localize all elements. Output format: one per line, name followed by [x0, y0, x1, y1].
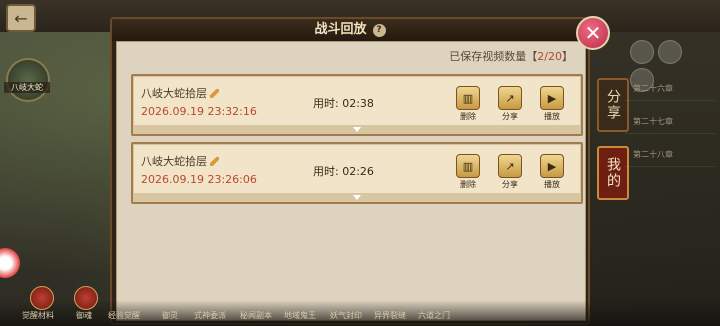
trash-icon: ▥: [456, 86, 480, 110]
delete-button[interactable]: ▥ 删除: [453, 86, 483, 122]
record-title[interactable]: 八岐大蛇拾层: [141, 85, 219, 101]
circle-icon[interactable]: [630, 40, 654, 64]
chapter-item[interactable]: 第二十八章: [625, 142, 715, 167]
dialog-header: 战斗回放?: [112, 19, 588, 41]
battle-replay-dialog: 战斗回放? 已保存视频数量【2/20】 八岐大蛇拾层 2026.09.19 23…: [110, 17, 590, 325]
share-arrow-icon: ↗: [498, 86, 522, 110]
saved-video-count: 已保存视频数量【2/20】: [449, 48, 573, 64]
orochi-portrait[interactable]: [6, 58, 50, 102]
play-label: 播放: [544, 112, 560, 121]
share-label: 分享: [502, 180, 518, 189]
play-button[interactable]: ▶ 播放: [537, 154, 567, 190]
chevron-down-icon: [353, 195, 361, 200]
dialog-title: 战斗回放?: [112, 19, 588, 41]
replay-record: 八岐大蛇拾层 2026.09.19 23:26:06 用时: 02:26 ▥ 删除…: [131, 142, 583, 204]
orochi-portrait-label: 八岐大蛇: [4, 82, 50, 93]
chapter-item[interactable]: 第二十七章: [625, 109, 715, 134]
close-button[interactable]: ✕: [576, 16, 610, 50]
record-title-text: 八岐大蛇拾层: [141, 155, 207, 168]
record-title-text: 八岐大蛇拾层: [141, 87, 207, 100]
play-button[interactable]: ▶ 播放: [537, 86, 567, 122]
delete-label: 删除: [460, 112, 476, 121]
share-button[interactable]: ↗ 分享: [495, 86, 525, 122]
right-top-icons: [630, 40, 710, 92]
back-arrow-icon[interactable]: ←: [6, 4, 36, 32]
record-date: 2026.09.19 23:32:16: [141, 105, 257, 118]
play-icon: ▶: [540, 86, 564, 110]
nav-item[interactable]: 式神委派: [194, 310, 226, 321]
saved-count-bracket: 】: [562, 50, 573, 63]
dialog-body: 已保存视频数量【2/20】 八岐大蛇拾层 2026.09.19 23:32:16…: [116, 41, 586, 321]
awaken-material-icon[interactable]: [30, 286, 54, 310]
record-duration: 用时: 02:38: [313, 97, 374, 110]
share-arrow-icon: ↗: [498, 154, 522, 178]
nav-item[interactable]: 六道之门: [418, 310, 450, 321]
help-icon[interactable]: ?: [372, 24, 386, 37]
play-label: 播放: [544, 180, 560, 189]
delete-label: 删除: [460, 180, 476, 189]
nav-item[interactable]: 觉醒材料: [22, 310, 54, 321]
trash-icon: ▥: [456, 154, 480, 178]
record-date: 2026.09.19 23:26:06: [141, 173, 257, 186]
share-label: 分享: [502, 112, 518, 121]
edit-pencil-icon[interactable]: [210, 89, 219, 98]
nav-item[interactable]: 妖气封印: [330, 310, 362, 321]
play-icon: ▶: [540, 154, 564, 178]
chevron-down-icon: [353, 127, 361, 132]
nav-item[interactable]: 经验觉醒: [108, 310, 140, 321]
circle-icon[interactable]: [658, 40, 682, 64]
nav-item[interactable]: 异界裂缝: [374, 310, 406, 321]
saved-count-value: 2/20: [537, 50, 562, 63]
expand-toggle[interactable]: [133, 193, 581, 202]
saved-count-label: 已保存视频数量【: [449, 50, 538, 63]
nav-item[interactable]: 地域鬼王: [284, 310, 316, 321]
record-duration: 用时: 02:26: [313, 165, 374, 178]
record-title[interactable]: 八岐大蛇拾层: [141, 153, 219, 169]
dialog-title-text: 战斗回放: [314, 22, 367, 37]
replay-record: 八岐大蛇拾层 2026.09.19 23:32:16 用时: 02:38 ▥ 删除…: [131, 74, 583, 136]
soul-icon[interactable]: [74, 286, 98, 310]
expand-toggle[interactable]: [133, 125, 581, 134]
nav-item[interactable]: 御魂: [76, 310, 92, 321]
nav-item[interactable]: 秘闻副本: [240, 310, 272, 321]
chapter-item[interactable]: 第二十六章: [625, 76, 715, 101]
chapter-list: 第二十六章 第二十七章 第二十八章: [625, 76, 715, 175]
edit-pencil-icon[interactable]: [210, 157, 219, 166]
nav-item[interactable]: 御灵: [162, 310, 178, 321]
delete-button[interactable]: ▥ 删除: [453, 154, 483, 190]
share-button[interactable]: ↗ 分享: [495, 154, 525, 190]
